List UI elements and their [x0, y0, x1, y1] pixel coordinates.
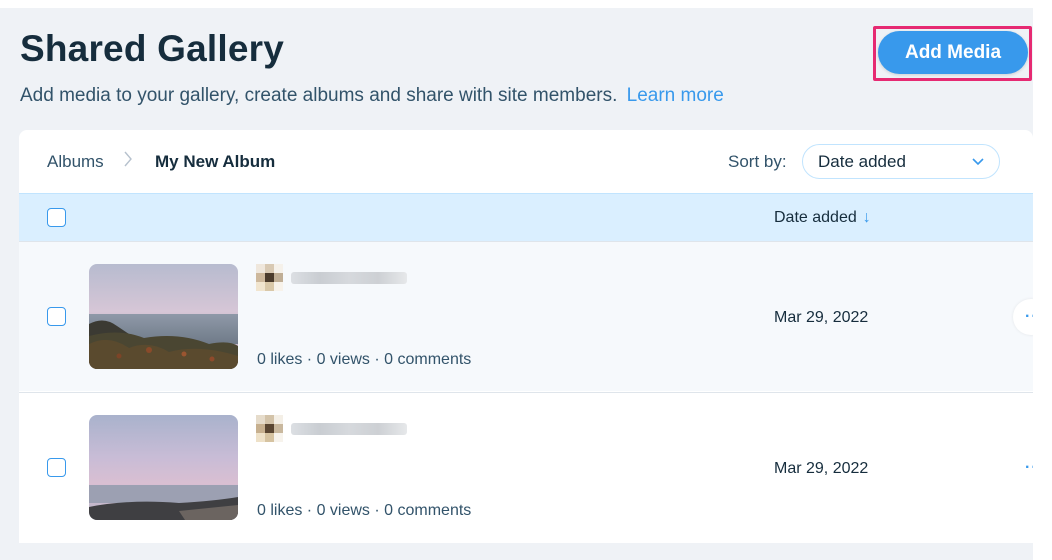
media-thumbnail[interactable] — [89, 264, 238, 369]
media-date: Mar 29, 2022 — [774, 460, 869, 477]
album-toolbar: Albums My New Album Sort by: Date added — [19, 130, 1033, 193]
more-icon[interactable]: ·· — [1013, 450, 1033, 486]
page: Shared Gallery Add media to your gallery… — [0, 0, 1052, 560]
breadcrumb-current-album: My New Album — [155, 152, 276, 171]
user-avatar — [256, 264, 283, 291]
date-column-header[interactable]: Date added ↓ — [774, 209, 871, 227]
breadcrumb-albums[interactable]: Albums — [47, 152, 104, 172]
more-icon[interactable]: ·· — [1013, 299, 1033, 335]
date-column-label: Date added — [774, 209, 857, 226]
user-name — [291, 423, 407, 435]
page-title: Shared Gallery — [20, 28, 284, 69]
subtitle-text: Add media to your gallery, create albums… — [20, 85, 618, 106]
user-avatar — [256, 415, 283, 442]
page-subtitle: Add media to your gallery, create albums… — [20, 85, 724, 107]
table-header: Date added ↓ — [19, 193, 1033, 241]
table-row[interactable]: 0 likes · 0 views · 0 comments Mar 29, 2… — [19, 392, 1033, 542]
media-date: Mar 29, 2022 — [774, 309, 869, 326]
row-checkbox[interactable] — [47, 458, 66, 477]
chevron-down-icon — [972, 158, 984, 166]
media-stats: 0 likes · 0 views · 0 comments — [257, 502, 472, 519]
sort-label: Sort by: — [728, 152, 787, 171]
media-stats: 0 likes · 0 views · 0 comments — [257, 351, 472, 368]
sort-dropdown[interactable]: Date added — [802, 144, 1000, 179]
album-card: Albums My New Album Sort by: Date added … — [19, 130, 1033, 543]
row-checkbox[interactable] — [47, 307, 66, 326]
table-row[interactable]: 0 likes · 0 views · 0 comments Mar 29, 2… — [19, 241, 1033, 391]
sort-value: Date added — [818, 151, 906, 171]
add-media-button[interactable]: Add Media — [878, 31, 1028, 74]
chevron-right-icon — [123, 150, 133, 173]
select-all-checkbox[interactable] — [47, 208, 66, 227]
learn-more-link[interactable]: Learn more — [627, 85, 724, 106]
arrow-down-icon: ↓ — [862, 209, 871, 226]
media-thumbnail[interactable] — [89, 415, 238, 520]
user-name — [291, 272, 407, 284]
